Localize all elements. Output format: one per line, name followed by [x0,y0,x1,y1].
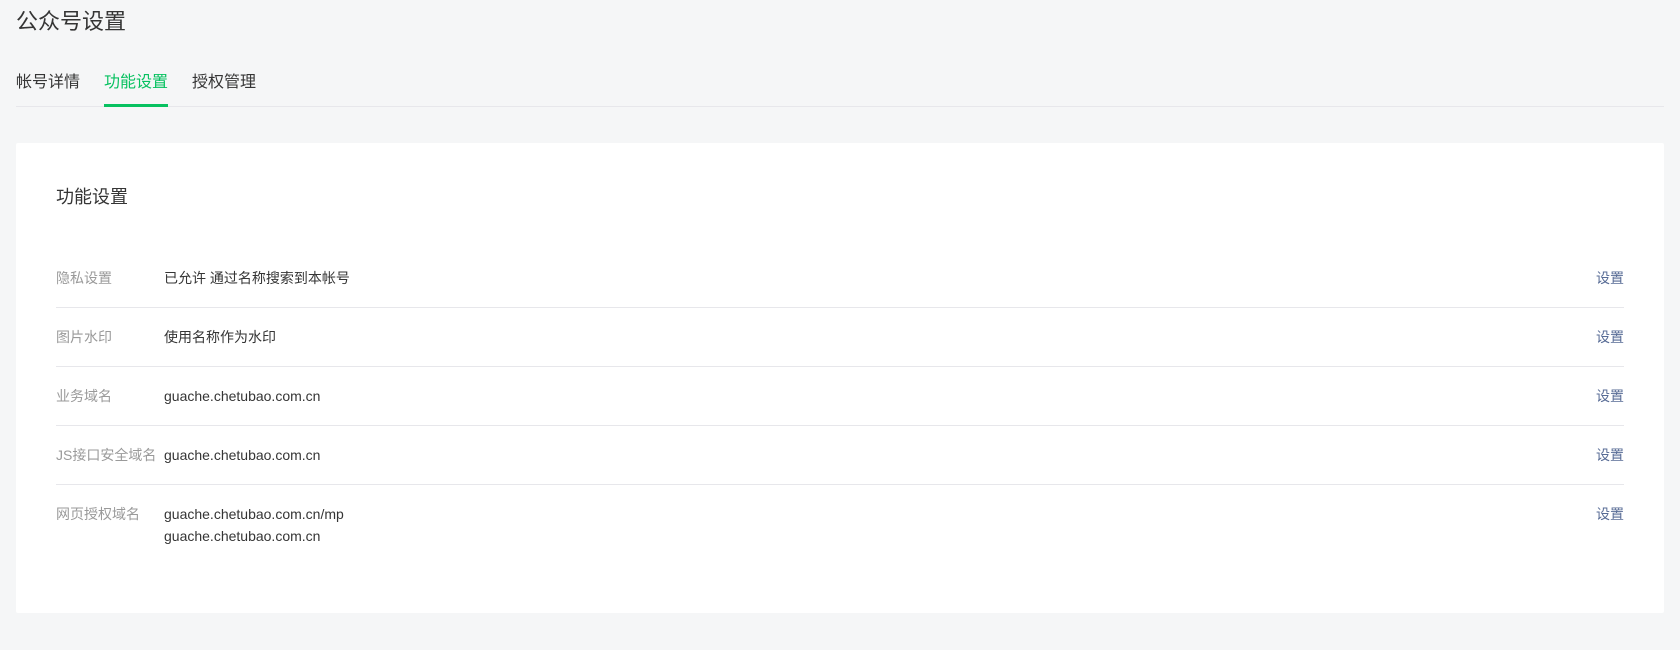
setting-row-web-auth-domain: 网页授权域名 guache.chetubao.com.cn/mp guache.… [56,485,1624,565]
setting-value: 使用名称作为水印 [164,326,1596,348]
setting-action-link[interactable]: 设置 [1596,267,1624,289]
setting-label: 网页授权域名 [56,503,164,525]
tabs-bar: 帐号详情 功能设置 授权管理 [16,56,1664,107]
setting-label: 隐私设置 [56,267,164,289]
setting-value: guache.chetubao.com.cn [164,444,1596,466]
setting-label: 图片水印 [56,326,164,348]
setting-row-business-domain: 业务域名 guache.chetubao.com.cn 设置 [56,367,1624,426]
setting-action-link[interactable]: 设置 [1596,326,1624,348]
settings-card: 功能设置 隐私设置 已允许 通过名称搜索到本帐号 设置 图片水印 使用名称作为水… [16,143,1664,613]
setting-row-privacy: 隐私设置 已允许 通过名称搜索到本帐号 设置 [56,249,1624,308]
tab-function-settings[interactable]: 功能设置 [104,56,168,107]
page-title: 公众号设置 [16,0,1664,56]
tab-auth-management[interactable]: 授权管理 [192,56,256,107]
setting-value: 已允许 通过名称搜索到本帐号 [164,267,1596,289]
tab-account-details[interactable]: 帐号详情 [16,56,80,107]
setting-value: guache.chetubao.com.cn/mp guache.chetuba… [164,503,1596,547]
setting-action-link[interactable]: 设置 [1596,385,1624,407]
setting-row-watermark: 图片水印 使用名称作为水印 设置 [56,308,1624,367]
setting-value: guache.chetubao.com.cn [164,385,1596,407]
setting-action-link[interactable]: 设置 [1596,444,1624,466]
setting-row-js-domain: JS接口安全域名 guache.chetubao.com.cn 设置 [56,426,1624,485]
setting-action-link[interactable]: 设置 [1596,503,1624,525]
section-title: 功能设置 [56,183,1624,209]
setting-label: JS接口安全域名 [56,444,164,466]
setting-label: 业务域名 [56,385,164,407]
